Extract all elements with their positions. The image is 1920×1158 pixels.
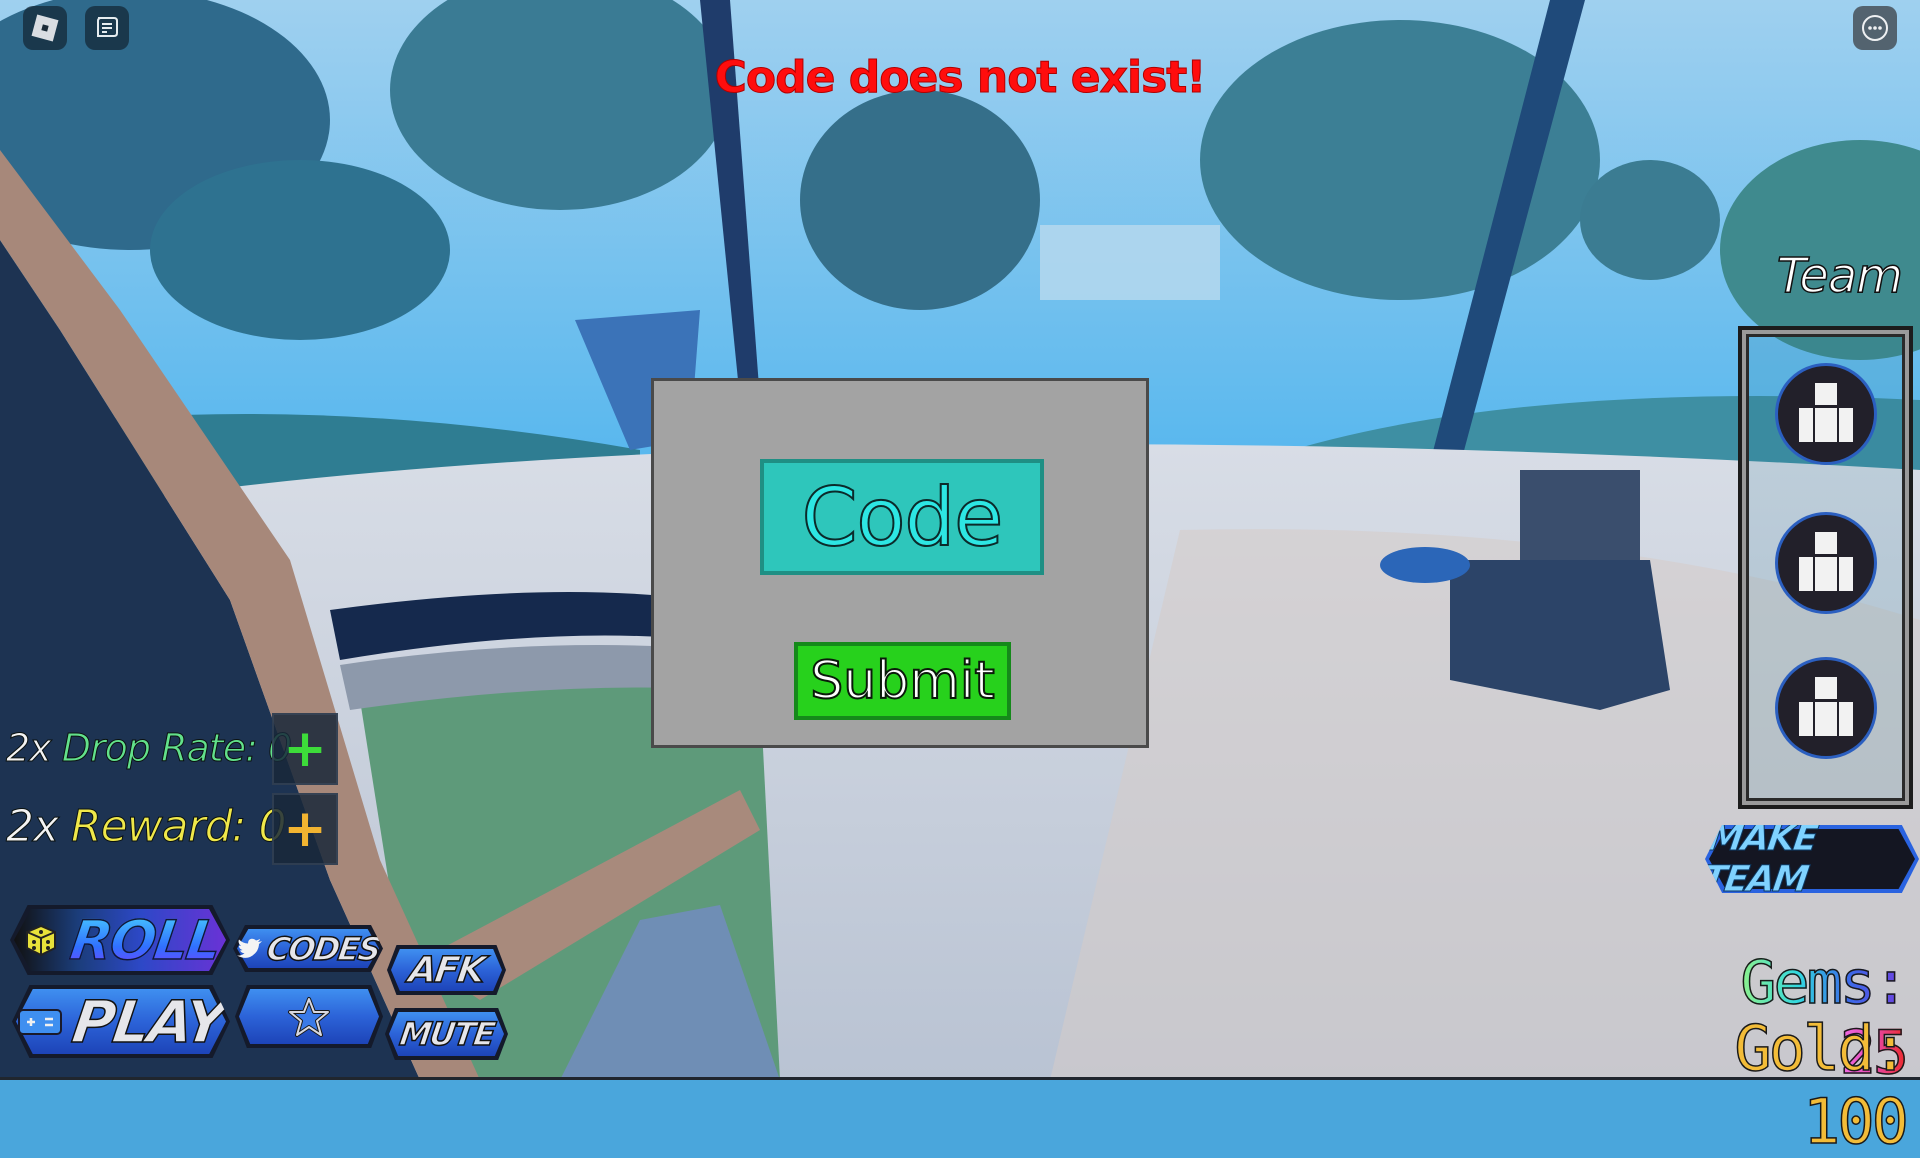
reward-multiplier: 2x bbox=[5, 801, 59, 853]
gold-counter: Gold: 100 bbox=[1656, 1011, 1910, 1158]
gold-value: 100 bbox=[1802, 1084, 1909, 1158]
favorite-button[interactable] bbox=[235, 985, 383, 1048]
gamepad-icon bbox=[18, 1008, 63, 1035]
make-team-label: MAKE TEAM bbox=[1699, 818, 1819, 900]
play-button[interactable]: PLAY bbox=[12, 985, 230, 1058]
team-title: Team bbox=[1776, 247, 1904, 305]
code-input[interactable]: Code bbox=[760, 459, 1044, 575]
team-slot-3[interactable] bbox=[1778, 660, 1874, 756]
error-notification: Code does not exist! bbox=[714, 52, 1207, 104]
plus-icon: + bbox=[283, 799, 327, 859]
codes-label: CODES bbox=[264, 929, 383, 969]
chat-icon bbox=[97, 17, 118, 37]
twitter-bird-icon bbox=[236, 938, 262, 958]
roll-button[interactable]: ROLL bbox=[10, 905, 230, 975]
codes-button[interactable]: CODES bbox=[233, 925, 383, 972]
roblox-logo-icon bbox=[31, 14, 59, 42]
afk-button[interactable]: AFK bbox=[387, 945, 506, 995]
reward-text: Reward: bbox=[71, 801, 247, 853]
mute-button[interactable]: MUTE bbox=[385, 1008, 508, 1060]
more-options-icon bbox=[1862, 15, 1888, 41]
make-team-button[interactable]: MAKE TEAM bbox=[1705, 825, 1919, 893]
dice-icon bbox=[25, 924, 56, 957]
empty-character-slot-icon bbox=[1799, 532, 1853, 591]
afk-label: AFK bbox=[406, 949, 488, 992]
add-drop-rate-button[interactable]: + bbox=[272, 713, 338, 785]
more-options-button[interactable] bbox=[1853, 6, 1897, 50]
team-slot-1[interactable] bbox=[1778, 366, 1874, 462]
reward-boost-label: 2x Reward: 0 bbox=[5, 801, 286, 853]
drop-rate-text: Drop Rate: bbox=[61, 726, 258, 771]
star-icon bbox=[288, 996, 330, 1037]
gems-label: Gems: bbox=[1740, 947, 1910, 1019]
drop-rate-boost-label: 2x Drop Rate: 0 bbox=[6, 726, 293, 771]
roll-label: ROLL bbox=[66, 908, 225, 973]
empty-character-slot-icon bbox=[1799, 383, 1853, 442]
roblox-menu-button[interactable] bbox=[23, 6, 67, 50]
plus-icon: + bbox=[283, 719, 327, 779]
chat-button[interactable] bbox=[85, 6, 129, 50]
mute-label: MUTE bbox=[396, 1014, 496, 1054]
drop-rate-multiplier: 2x bbox=[6, 726, 53, 771]
empty-character-slot-icon bbox=[1799, 677, 1853, 736]
gold-label: Gold: bbox=[1734, 1011, 1910, 1086]
submit-button[interactable]: Submit bbox=[794, 642, 1011, 720]
code-redeem-dialog: Code Submit bbox=[651, 378, 1149, 748]
team-panel bbox=[1738, 326, 1913, 809]
play-label: PLAY bbox=[68, 987, 230, 1057]
add-reward-button[interactable]: + bbox=[272, 793, 338, 865]
team-slot-2[interactable] bbox=[1778, 515, 1874, 611]
